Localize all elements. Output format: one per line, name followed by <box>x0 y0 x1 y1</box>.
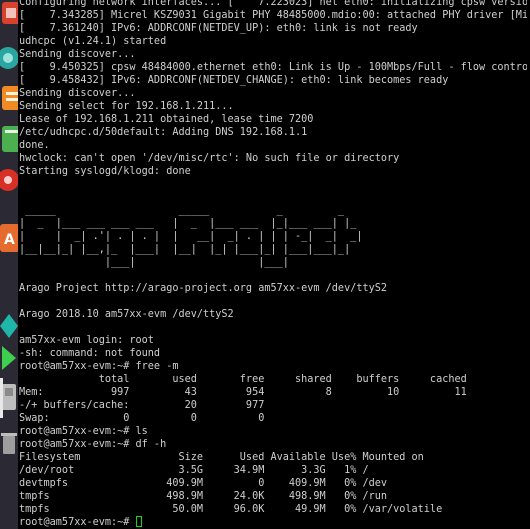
terminal-line: Lease of 192.168.1.211 obtained, lease t… <box>19 114 314 125</box>
green-arrow-app-icon[interactable] <box>0 340 18 380</box>
terminal-line: -sh: command: not found <box>19 348 161 359</box>
terminal-line: Sending discover... <box>19 88 136 99</box>
terminal-line: Arago Project http://arago-project.org a… <box>19 283 388 294</box>
launcher-dock: A <box>0 0 18 529</box>
terminal-line: udhcpc (v1.24.1) started <box>19 36 167 47</box>
terminal-line: devtmpfs 409.9M 0 409.9M 0% /dev <box>19 478 388 489</box>
terminal-prompt: root@am57xx-evm:~# <box>19 517 136 528</box>
terminal-line: /dev/root 3.5G 34.9M 3.3G 1% / <box>19 465 369 476</box>
terminal-line: Mem: 997 43 954 8 10 11 <box>19 387 467 398</box>
terminal-line: root@am57xx-evm:~# df -h <box>19 439 167 450</box>
terminal-line: Sending discover... <box>19 49 136 60</box>
orange-app-icon[interactable] <box>0 80 18 120</box>
terminal-line: tmpfs 50.0M 96.0K 49.9M 0% /var/volatile <box>19 504 443 515</box>
terminal-line: Swap: 0 0 0 <box>19 413 265 424</box>
terminal-line: | | _| .'| . | . | | __| _| . | | | -_| … <box>19 231 363 242</box>
terminal-line: Configuring network interfaces... [ 7.22… <box>19 0 530 8</box>
terminal-line: [ 9.458432] IPv6: ADDRCONF(NETDEV_CHANGE… <box>19 75 449 86</box>
terminal-line: [ 7.361240] IPv6: ADDRCONF(NETDEV_UP): e… <box>19 23 418 34</box>
terminal-line: hwclock: can't open '/dev/misc/rtc': No … <box>19 153 400 164</box>
terminal-line: |___| |___| <box>19 257 363 268</box>
terminal-line: root@am57xx-evm:~# free -m <box>19 361 179 372</box>
terminal-line: total used free shared buffers cached <box>19 374 467 385</box>
terminal-window[interactable]: Configuring network interfaces... [ 7.22… <box>18 0 530 529</box>
terminal-line: Arago 2018.10 am57xx-evm /dev/ttyS2 <box>19 309 234 320</box>
terminal-line: am57xx-evm login: root <box>19 335 154 346</box>
active-indicator <box>0 378 3 418</box>
terminal-line: -/+ buffers/cache: 20 977 <box>19 400 265 411</box>
terminal-line: [ 9.450325] cpsw 48484000.ethernet eth0:… <box>19 62 530 73</box>
terminal-line: Starting syslogd/klogd: done <box>19 166 191 177</box>
terminal-line: [ 7.343285] Micrel KSZ9031 Gigabit PHY 4… <box>19 10 530 21</box>
terminal-line: | _ |___ ___ ___ ___ | _ |___ ___ |_|___… <box>19 218 363 229</box>
svg-text:A: A <box>4 232 15 248</box>
green-app-icon[interactable] <box>0 120 18 160</box>
trash-icon[interactable] <box>0 426 18 466</box>
terminal-cursor <box>135 516 142 527</box>
terminal-line: Sending select for 192.168.1.211... <box>19 101 234 112</box>
software-center-icon[interactable]: A <box>0 220 18 260</box>
terminal-line: root@am57xx-evm:~# ls <box>19 426 148 437</box>
screen: A Configuring network interfaces... [ 7.… <box>0 0 530 529</box>
terminal-line: done. <box>19 140 50 151</box>
terminal-line: Filesystem Size Used Available Use% Moun… <box>19 452 424 463</box>
terminal-line: /etc/udhcpc.d/50default: Adding DNS 192.… <box>19 127 308 138</box>
teal-app-icon[interactable] <box>0 40 18 80</box>
terminal-output: Configuring network interfaces... [ 7.22… <box>19 0 530 529</box>
red-round-app-icon[interactable] <box>0 160 18 200</box>
terminal-line: |__|__|_| |__,|_ |___| |__| |_| |___|_| … <box>19 244 363 255</box>
terminal-line: _____ _____ _ _ <box>19 205 363 216</box>
terminal-line: tmpfs 498.9M 24.0K 498.9M 0% /run <box>19 491 388 502</box>
terminal-prompt-line[interactable]: root@am57xx-evm:~# <box>19 516 530 529</box>
red-app-icon[interactable] <box>0 0 18 40</box>
